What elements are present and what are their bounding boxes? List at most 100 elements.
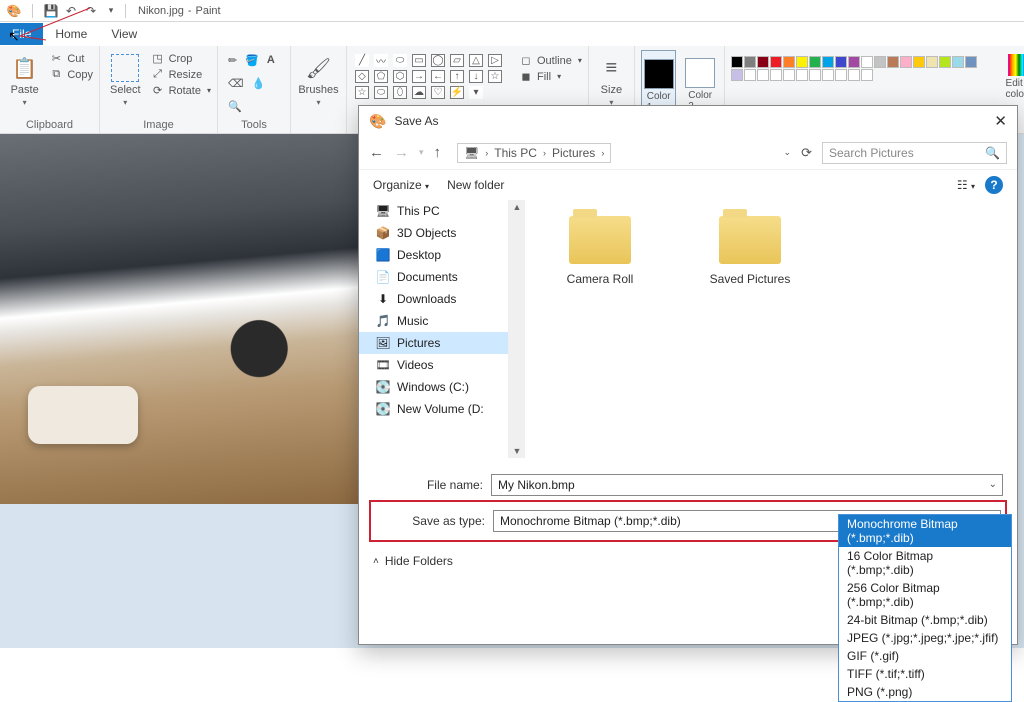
help-button[interactable]: ? bbox=[985, 176, 1003, 194]
color-swatch[interactable] bbox=[731, 69, 743, 81]
color-swatch[interactable] bbox=[939, 56, 951, 68]
color-swatch[interactable] bbox=[809, 56, 821, 68]
organize-button[interactable]: Organize ▾ bbox=[373, 178, 429, 192]
breadcrumb-more-icon[interactable]: ⌄ bbox=[784, 147, 792, 158]
chevron-down-icon[interactable]: ⌄ bbox=[989, 479, 997, 490]
color-swatch[interactable] bbox=[835, 56, 847, 68]
crop-button[interactable]: ◳Crop bbox=[151, 52, 211, 65]
tree-node[interactable]: 💽New Volume (D: bbox=[359, 398, 508, 420]
fill-button[interactable]: ◼Fill▾ bbox=[519, 70, 582, 83]
color2-button[interactable]: Color 2 bbox=[682, 50, 717, 112]
color-swatch[interactable] bbox=[900, 56, 912, 68]
color-swatch[interactable] bbox=[770, 56, 782, 68]
color-swatch[interactable] bbox=[783, 56, 795, 68]
color-swatch[interactable] bbox=[783, 69, 795, 81]
color-swatch[interactable] bbox=[874, 56, 886, 68]
tree-node[interactable]: 🎵Music bbox=[359, 310, 508, 332]
fill-tool-icon[interactable]: 🪣 bbox=[245, 54, 259, 67]
type-option[interactable]: TIFF (*.tif;*.tiff) bbox=[839, 665, 1011, 683]
color-swatch[interactable] bbox=[822, 69, 834, 81]
breadcrumb[interactable]: 🖥 › This PC › Pictures › bbox=[457, 143, 611, 163]
folder-tree[interactable]: 🖥This PC📦3D Objects🟦Desktop📄Documents⬇Do… bbox=[359, 200, 509, 458]
nav-up-button[interactable]: ↑ bbox=[434, 144, 442, 161]
save-as-type-dropdown[interactable]: Monochrome Bitmap (*.bmp;*.dib)16 Color … bbox=[838, 514, 1012, 702]
folder-item[interactable]: Saved Pictures bbox=[695, 216, 805, 286]
resize-button[interactable]: ⤢Resize bbox=[151, 68, 211, 81]
color-swatch[interactable] bbox=[952, 56, 964, 68]
color-swatch[interactable] bbox=[926, 56, 938, 68]
type-option[interactable]: 24-bit Bitmap (*.bmp;*.dib) bbox=[839, 611, 1011, 629]
filename-input[interactable]: My Nikon.bmp ⌄ bbox=[491, 474, 1003, 496]
redo-icon[interactable]: ↷ bbox=[83, 3, 99, 19]
paste-button[interactable]: 📋 Paste ▾ bbox=[6, 50, 43, 107]
folder-content[interactable]: Camera Roll Saved Pictures bbox=[525, 200, 1017, 458]
color-swatch[interactable] bbox=[887, 56, 899, 68]
search-input[interactable]: Search Pictures 🔍 bbox=[822, 142, 1007, 164]
view-options-button[interactable]: ☷ ▾ bbox=[957, 178, 975, 192]
color-swatch[interactable] bbox=[965, 56, 977, 68]
edit-colors-button[interactable]: Edit colors bbox=[1001, 50, 1024, 100]
type-option[interactable]: JPEG (*.jpg;*.jpeg;*.jpe;*.jfif) bbox=[839, 629, 1011, 647]
tree-scrollbar[interactable]: ▲▼ bbox=[509, 200, 525, 458]
text-tool-icon[interactable]: A bbox=[267, 54, 275, 66]
save-icon[interactable]: 💾 bbox=[43, 3, 59, 19]
type-option[interactable]: Monochrome Bitmap (*.bmp;*.dib) bbox=[839, 515, 1011, 547]
color-swatch[interactable] bbox=[848, 56, 860, 68]
brushes-button[interactable]: 🖌 Brushes ▾ bbox=[297, 50, 340, 107]
pencil-tool-icon[interactable]: ✏ bbox=[228, 54, 237, 67]
tree-node[interactable]: ⬇Downloads bbox=[359, 288, 508, 310]
color-swatch[interactable] bbox=[744, 69, 756, 81]
new-folder-button[interactable]: New folder bbox=[447, 178, 504, 192]
color-swatch[interactable] bbox=[770, 69, 782, 81]
close-button[interactable]: ✕ bbox=[994, 112, 1007, 130]
nav-back-button[interactable]: ← bbox=[369, 144, 384, 161]
qat-more-icon[interactable]: ▾ bbox=[103, 3, 119, 19]
select-button[interactable]: Select ▾ bbox=[106, 50, 145, 107]
undo-icon[interactable]: ↶ bbox=[63, 3, 79, 19]
menu-file[interactable]: File bbox=[0, 23, 43, 45]
rotate-button[interactable]: ⟳Rotate▾ bbox=[151, 84, 211, 97]
color-swatch[interactable] bbox=[809, 69, 821, 81]
nav-history-button[interactable]: ▾ bbox=[419, 147, 424, 158]
type-option[interactable]: PNG (*.png) bbox=[839, 683, 1011, 701]
color-swatch[interactable] bbox=[757, 56, 769, 68]
color-swatch[interactable] bbox=[796, 56, 808, 68]
copy-button[interactable]: ⧉Copy bbox=[49, 68, 93, 81]
cut-button[interactable]: ✂Cut bbox=[49, 52, 93, 65]
type-option[interactable]: 256 Color Bitmap (*.bmp;*.dib) bbox=[839, 579, 1011, 611]
tree-node[interactable]: 🖼Pictures bbox=[359, 332, 508, 354]
outline-button[interactable]: ◻Outline▾ bbox=[519, 54, 582, 67]
color-swatch[interactable] bbox=[848, 69, 860, 81]
size-button[interactable]: ≡ Size ▾ bbox=[595, 50, 628, 107]
tree-node-label: Music bbox=[397, 314, 428, 328]
color-swatch[interactable] bbox=[757, 69, 769, 81]
type-option[interactable]: GIF (*.gif) bbox=[839, 647, 1011, 665]
color-swatch[interactable] bbox=[861, 56, 873, 68]
refresh-button[interactable]: ⟳ bbox=[801, 145, 812, 161]
color-swatch[interactable] bbox=[796, 69, 808, 81]
color-swatch[interactable] bbox=[822, 56, 834, 68]
tree-node[interactable]: 💽Windows (C:) bbox=[359, 376, 508, 398]
color-palette[interactable] bbox=[731, 50, 989, 81]
zoom-tool-icon[interactable]: 🔍 bbox=[228, 100, 242, 113]
tree-node[interactable]: 🟦Desktop bbox=[359, 244, 508, 266]
tree-node[interactable]: 🖥This PC bbox=[359, 200, 508, 222]
type-option[interactable]: 16 Color Bitmap (*.bmp;*.dib) bbox=[839, 547, 1011, 579]
color-swatch[interactable] bbox=[913, 56, 925, 68]
menu-view[interactable]: View bbox=[99, 23, 149, 45]
tree-node[interactable]: 🎞Videos bbox=[359, 354, 508, 376]
color-swatch[interactable] bbox=[861, 69, 873, 81]
hide-folders-button[interactable]: ˄ Hide Folders bbox=[373, 554, 453, 568]
folder-item[interactable]: Camera Roll bbox=[545, 216, 655, 286]
tree-node[interactable]: 📄Documents bbox=[359, 266, 508, 288]
color-swatch[interactable] bbox=[835, 69, 847, 81]
nav-forward-button[interactable]: → bbox=[394, 144, 409, 161]
tree-node[interactable]: 📦3D Objects bbox=[359, 222, 508, 244]
color-swatch[interactable] bbox=[744, 56, 756, 68]
fill-icon: ◼ bbox=[519, 70, 533, 83]
menu-home[interactable]: Home bbox=[43, 23, 99, 45]
picker-tool-icon[interactable]: 💧 bbox=[252, 77, 266, 90]
shapes-gallery[interactable]: ╱〰⬭▭◯▱△▷ ◇⬠⬡→←↑↓☆ ☆⬭⬯☁♡⚡▾ bbox=[353, 50, 513, 103]
eraser-tool-icon[interactable]: ⌫ bbox=[228, 77, 244, 90]
color-swatch[interactable] bbox=[731, 56, 743, 68]
